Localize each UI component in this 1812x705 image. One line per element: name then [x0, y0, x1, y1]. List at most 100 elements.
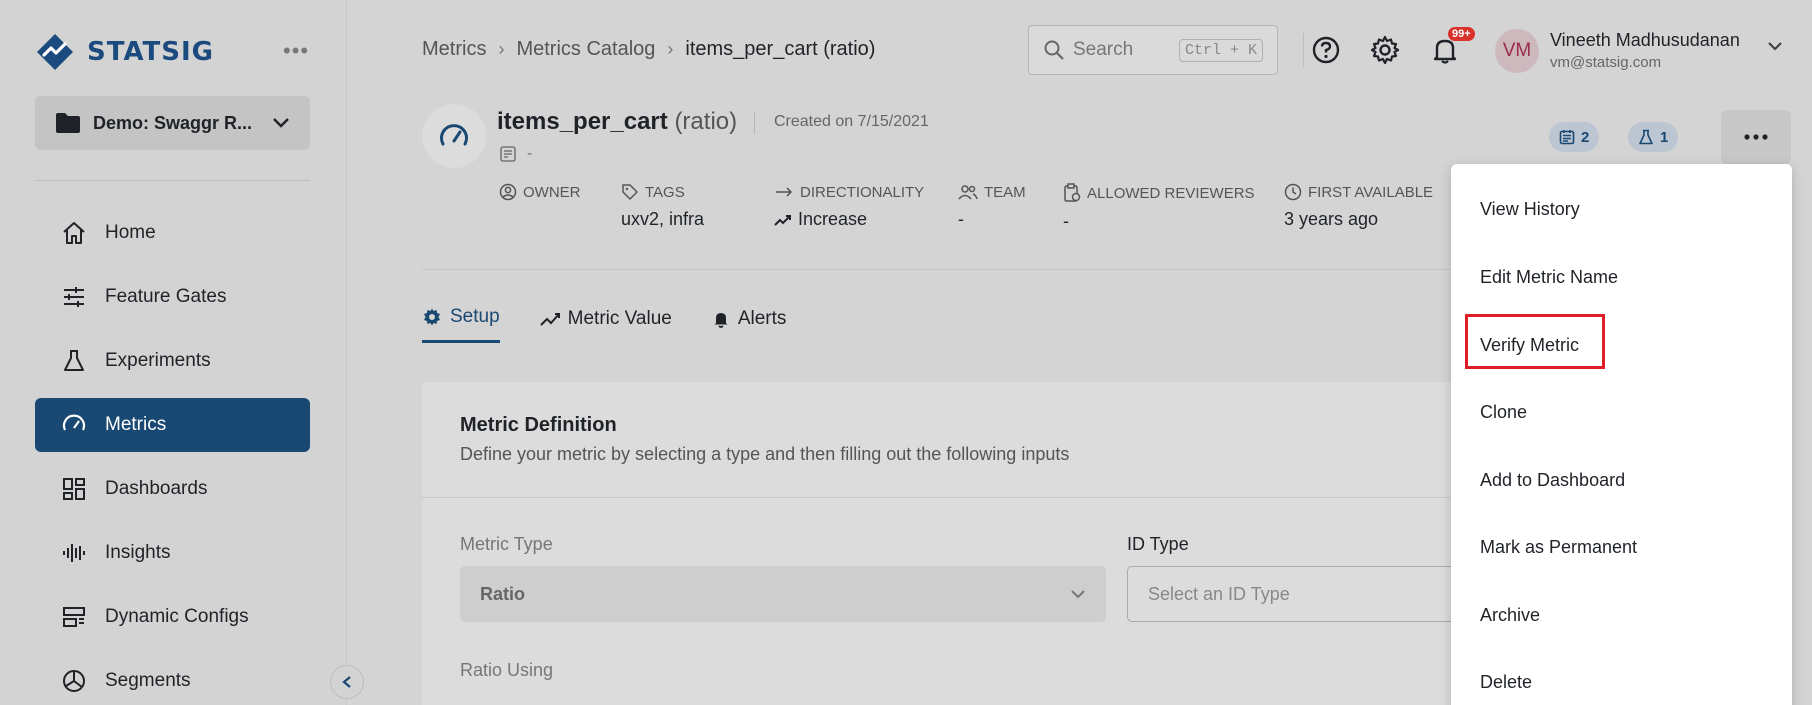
meta-value-team: - — [958, 209, 964, 229]
metric-definition-card: Metric Definition Define your metric by … — [422, 382, 1482, 705]
tab-metric-value[interactable]: Metric Value — [539, 306, 672, 343]
user-email: vm@statsig.com — [1550, 54, 1662, 71]
verify-metric-highlight — [1465, 314, 1605, 369]
chevron-down-icon — [1071, 590, 1085, 599]
statsig-logo[interactable]: STATSIG — [35, 32, 214, 72]
flask-icon — [64, 350, 84, 371]
tag-icon — [622, 184, 638, 200]
gear-icon — [424, 308, 440, 326]
id-type-placeholder: Select an ID Type — [1148, 583, 1290, 604]
sidebar-item-label: Home — [105, 222, 156, 243]
chevron-right-icon: › — [667, 39, 674, 59]
project-selector[interactable]: Demo: Swaggr R... — [35, 96, 310, 150]
meta-allowed-reviewers[interactable]: ALLOWED REVIEWERS - — [1063, 183, 1255, 232]
breadcrumb-current: items_per_cart (ratio) — [685, 38, 876, 60]
title-divider — [754, 112, 755, 134]
search-placeholder: Search — [1073, 39, 1134, 60]
notification-badge: 99+ — [1448, 27, 1475, 41]
card-divider — [422, 497, 1482, 498]
card-description: Define your metric by selecting a type a… — [460, 444, 1070, 464]
tab-label: Alerts — [737, 307, 787, 329]
sidebar-item-label: Metrics — [105, 414, 167, 435]
meta-directionality[interactable]: DIRECTIONALITY Increase — [774, 183, 924, 230]
sidebar-divider — [35, 180, 310, 181]
config-icon — [63, 607, 85, 627]
trend-up-icon — [774, 214, 791, 226]
meta-tags[interactable]: TAGS uxv2, infra — [621, 183, 704, 230]
flask-icon — [1639, 129, 1653, 145]
gear-icon[interactable] — [1369, 34, 1401, 66]
avatar[interactable]: VM — [1495, 29, 1539, 73]
sidebar-item-dynamic-configs[interactable]: Dynamic Configs — [35, 590, 310, 644]
dashboards-badge[interactable]: 2 — [1549, 122, 1600, 152]
meta-label-allowed-reviewers: ALLOWED REVIEWERS — [1087, 184, 1255, 202]
home-icon — [63, 222, 85, 244]
collapse-sidebar-button[interactable] — [330, 665, 364, 699]
help-icon[interactable] — [1310, 34, 1342, 66]
experiments-count: 1 — [1660, 128, 1669, 146]
user-name[interactable]: Vineeth Madhusudanan — [1550, 30, 1740, 51]
meta-label-tags: TAGS — [645, 183, 685, 201]
tab-bar: Setup Metric Value Alerts — [422, 306, 786, 343]
menu-item-archive[interactable]: Archive — [1451, 590, 1792, 640]
sidebar-item-feature-gates[interactable]: Feature Gates — [35, 270, 310, 324]
folder-icon — [56, 113, 80, 133]
sidebar-item-segments[interactable]: Segments — [35, 654, 310, 705]
arrow-right-icon — [776, 187, 793, 197]
meta-label-directionality: DIRECTIONALITY — [800, 183, 925, 201]
search-icon — [1044, 40, 1064, 60]
meta-first-available[interactable]: FIRST AVAILABLE 3 years ago — [1284, 183, 1433, 230]
sidebar-item-label: Insights — [105, 542, 171, 563]
sidebar-item-dashboards[interactable]: Dashboards — [35, 462, 310, 516]
meta-label-owner: OWNER — [523, 183, 581, 201]
sidebar-item-label: Dashboards — [105, 478, 208, 499]
menu-item-add-to-dashboard[interactable]: Add to Dashboard — [1451, 455, 1792, 505]
trend-icon — [539, 312, 560, 326]
ratio-using-label: Ratio Using — [460, 660, 554, 680]
sidebar-item-metrics[interactable]: Metrics — [35, 398, 310, 452]
header-divider — [1303, 33, 1304, 67]
breadcrumb-metrics-catalog[interactable]: Metrics Catalog — [516, 38, 655, 61]
clipboard-icon — [1064, 183, 1081, 202]
metric-type-label: Metric Type — [460, 534, 553, 554]
tab-alerts[interactable]: Alerts — [712, 306, 787, 343]
project-name: Demo: Swaggr R... — [93, 112, 253, 133]
sliders-icon — [64, 287, 84, 307]
user-circle-icon — [499, 183, 517, 201]
header-divider-line — [422, 269, 1452, 270]
card-title: Metric Definition — [460, 414, 617, 436]
more-actions-button[interactable] — [1721, 110, 1791, 164]
gauge-icon — [62, 414, 86, 431]
chevron-left-icon — [342, 676, 351, 688]
metric-type-value: Ratio — [480, 583, 525, 604]
sidebar-item-experiments[interactable]: Experiments — [35, 334, 310, 388]
experiments-badge[interactable]: 1 — [1628, 122, 1679, 152]
breadcrumb-metrics[interactable]: Metrics — [422, 38, 486, 61]
menu-item-mark-as-permanent[interactable]: Mark as Permanent — [1451, 522, 1792, 572]
sidebar-item-label: Feature Gates — [105, 286, 227, 307]
metric-type-select: Ratio — [460, 566, 1106, 622]
chevron-down-icon[interactable] — [1765, 36, 1785, 56]
meta-value-directionality: Increase — [798, 209, 868, 229]
clock-icon — [1284, 183, 1302, 201]
metric-kind: (ratio) — [674, 108, 738, 135]
menu-item-delete[interactable]: Delete — [1451, 657, 1792, 705]
tab-setup[interactable]: Setup — [422, 306, 500, 343]
meta-team[interactable]: TEAM - — [958, 183, 1026, 230]
bell-icon — [714, 312, 728, 328]
menu-item-edit-metric-name[interactable]: Edit Metric Name — [1451, 252, 1792, 302]
meta-owner[interactable]: OWNER — [499, 183, 581, 209]
tab-label: Metric Value — [567, 307, 672, 329]
meta-label-first-available: FIRST AVAILABLE — [1308, 183, 1434, 201]
sidebar-item-home[interactable]: Home — [35, 206, 310, 260]
chevron-right-icon: › — [498, 39, 505, 59]
breadcrumb: Metrics › Metrics Catalog › items_per_ca… — [422, 38, 875, 61]
search-input[interactable]: Search Ctrl + K — [1028, 25, 1278, 75]
sidebar: STATSIG ••• Demo: Swaggr R... Home Featu… — [0, 0, 347, 705]
menu-item-view-history[interactable]: View History — [1451, 184, 1792, 234]
menu-item-clone[interactable]: Clone — [1451, 387, 1792, 437]
id-type-select[interactable]: Select an ID Type — [1127, 566, 1462, 622]
sidebar-item-insights[interactable]: Insights — [35, 526, 310, 580]
more-horizontal-icon[interactable]: ••• — [283, 38, 309, 64]
metric-description[interactable]: - — [499, 145, 532, 163]
